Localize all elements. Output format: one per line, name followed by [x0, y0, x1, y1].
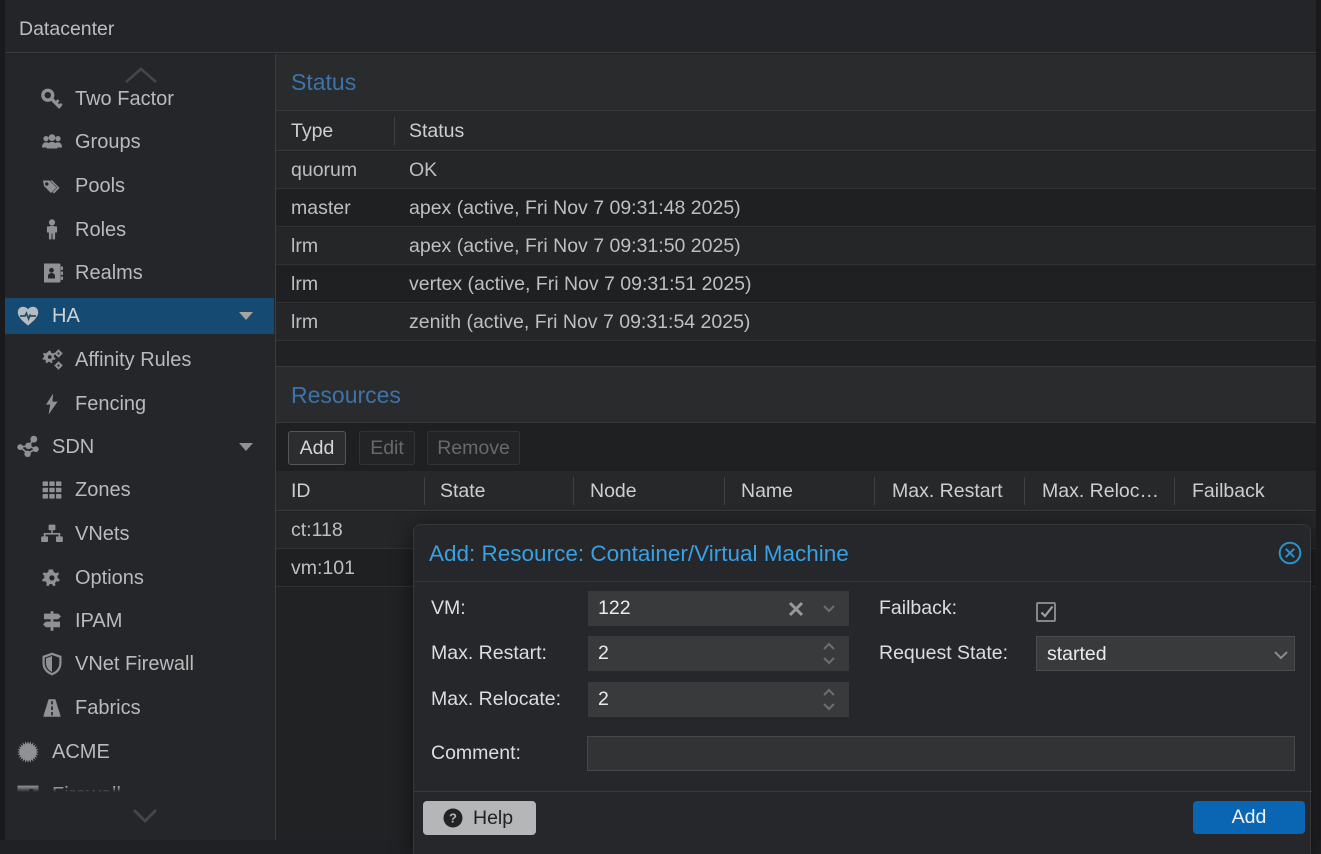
svg-text:?: ? — [449, 811, 457, 826]
